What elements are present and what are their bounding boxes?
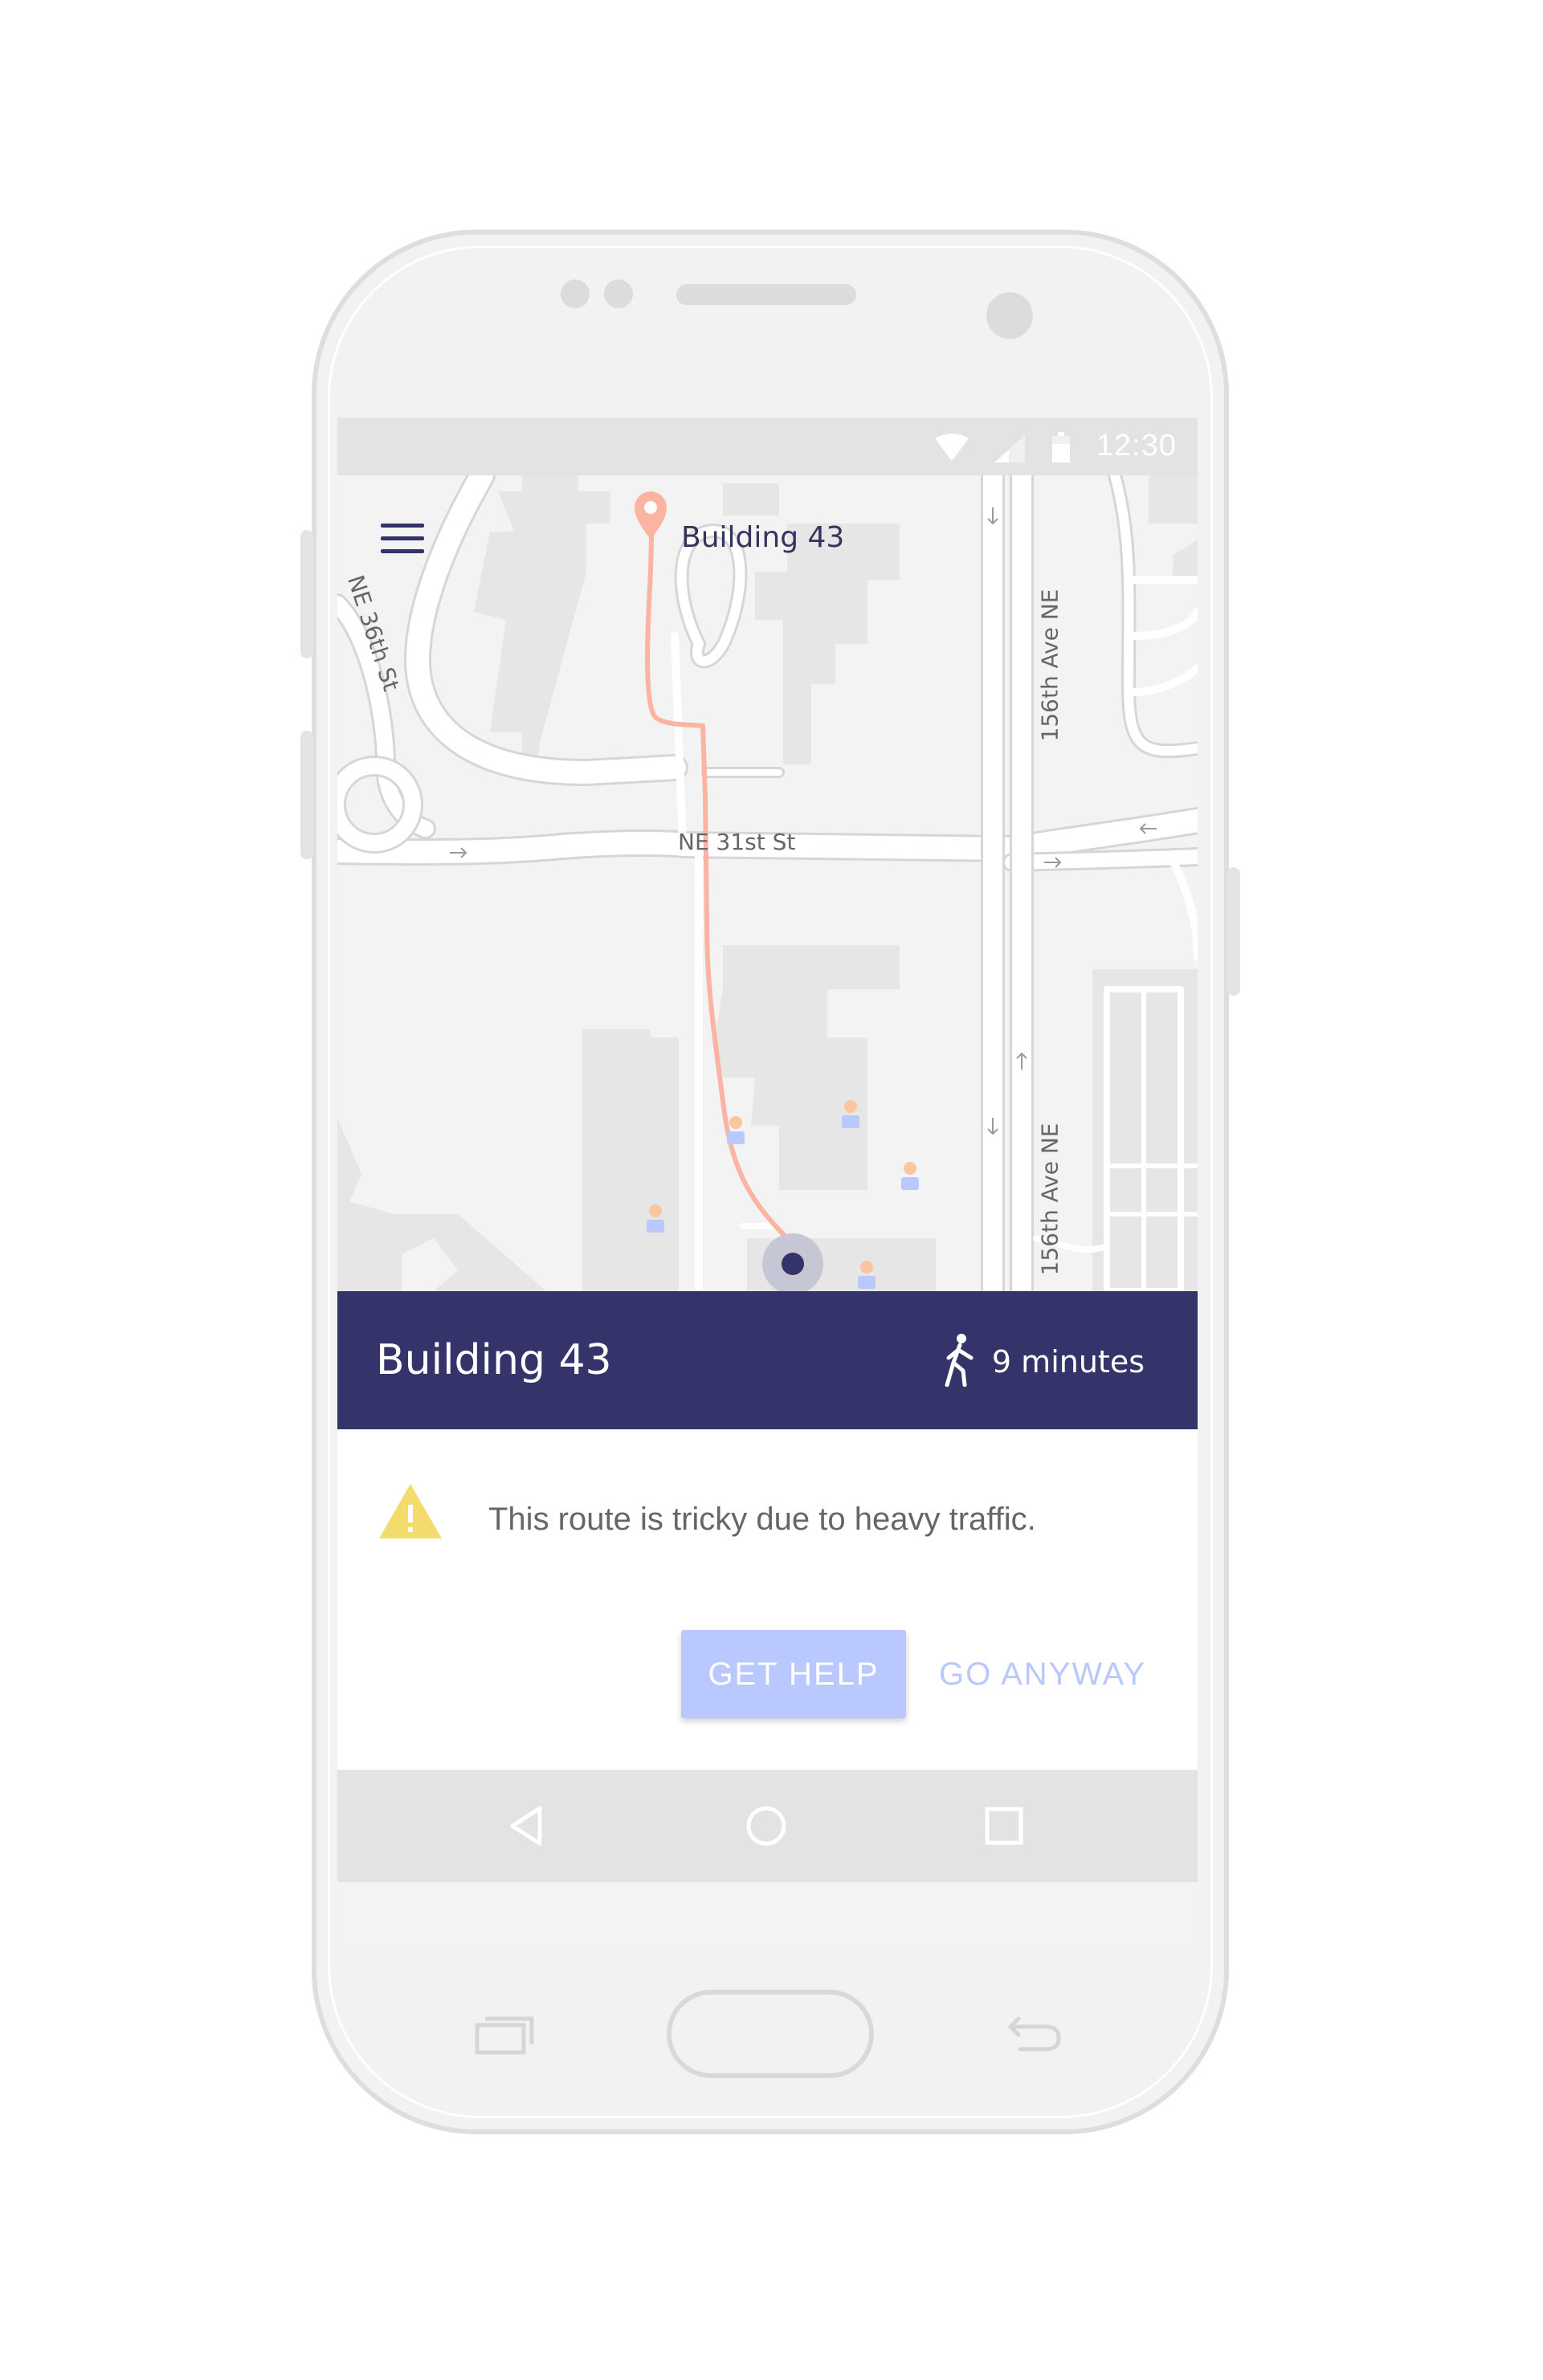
recents-square-icon[interactable] bbox=[985, 1807, 1023, 1849]
navigation-bar bbox=[337, 1770, 1198, 1882]
hamburger-menu-icon[interactable] bbox=[381, 524, 427, 559]
road-label-ne-31st: NE 31st St bbox=[678, 829, 796, 855]
battery-icon bbox=[1052, 432, 1070, 467]
warning-message: This route is tricky due to heavy traffi… bbox=[488, 1502, 1036, 1537]
get-help-button[interactable]: GET HELP bbox=[681, 1630, 906, 1718]
cellular-signal-icon bbox=[994, 435, 1025, 467]
hardware-home-button[interactable] bbox=[667, 1990, 874, 2078]
route-warning-card: This route is tricky due to heavy traffi… bbox=[337, 1429, 1198, 1770]
road-label-156th-upper: 156th Ave NE bbox=[1036, 589, 1063, 742]
eta-text: 9 minutes bbox=[991, 1344, 1145, 1380]
hardware-back-icon[interactable] bbox=[1002, 2007, 1067, 2056]
go-anyway-button[interactable]: GO ANYWAY bbox=[930, 1630, 1155, 1718]
walking-person-icon bbox=[942, 1333, 974, 1391]
phone-screen: 12:30 Building 43 NE 36th St NE 31st St … bbox=[337, 418, 1198, 1948]
status-time: 12:30 bbox=[1096, 429, 1177, 463]
earpiece-speaker bbox=[676, 284, 856, 305]
front-camera bbox=[986, 292, 1033, 339]
front-sensor bbox=[561, 279, 590, 308]
hardware-recents-icon[interactable] bbox=[474, 2011, 538, 2056]
destination-label[interactable]: Building 43 bbox=[681, 521, 844, 554]
status-bar: 12:30 bbox=[337, 418, 1198, 475]
road-label-156th-lower: 156th Ave NE bbox=[1036, 1123, 1063, 1276]
destination-card-header: Building 43 9 minutes bbox=[337, 1291, 1198, 1429]
wifi-icon bbox=[935, 434, 969, 467]
home-circle-icon[interactable] bbox=[745, 1805, 787, 1851]
front-sensor-2 bbox=[604, 279, 633, 308]
power-button bbox=[1227, 867, 1240, 996]
volume-up-button bbox=[300, 530, 313, 658]
destination-title: Building 43 bbox=[376, 1336, 612, 1384]
volume-down-button bbox=[300, 731, 313, 859]
map-view[interactable]: Building 43 NE 36th St NE 31st St 156th … bbox=[337, 475, 1198, 1291]
back-triangle-icon[interactable] bbox=[508, 1805, 545, 1851]
eta-info: 9 minutes bbox=[942, 1333, 1145, 1387]
warning-triangle-icon bbox=[378, 1482, 443, 1544]
